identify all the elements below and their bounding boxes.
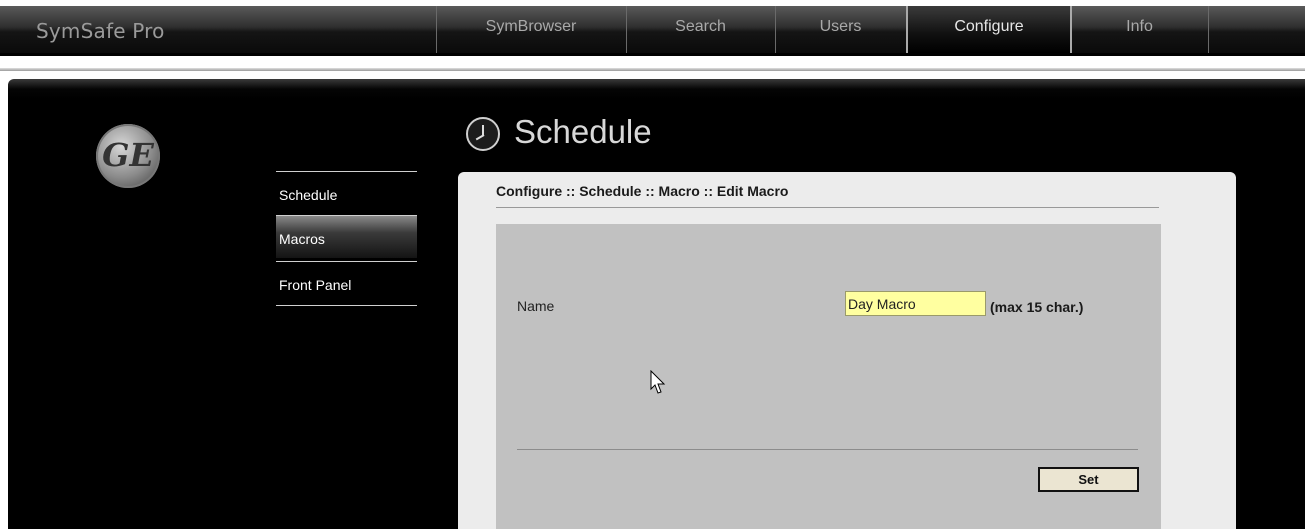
tab-symbrowser[interactable]: SymBrowser	[437, 6, 625, 53]
macro-name-input[interactable]	[845, 291, 986, 316]
sidebar-item-front-panel[interactable]: Front Panel	[276, 261, 417, 304]
tab-users[interactable]: Users	[776, 6, 905, 53]
ge-logo-icon: GE	[96, 124, 160, 188]
sidebar-item-macros[interactable]: Macros	[276, 215, 417, 258]
form-divider	[517, 449, 1138, 450]
clock-icon	[466, 117, 500, 151]
header-divider	[0, 68, 1305, 71]
tab-configure[interactable]: Configure	[906, 6, 1072, 53]
set-button[interactable]: Set	[1038, 467, 1139, 492]
app-title: SymSafe Pro	[36, 19, 165, 43]
breadcrumb-divider	[496, 207, 1159, 208]
sidebar-item-schedule[interactable]: Schedule	[276, 171, 417, 214]
tab-search[interactable]: Search	[627, 6, 774, 53]
nav-separator	[1208, 6, 1209, 53]
name-label: Name	[517, 298, 555, 314]
max-length-hint: (max 15 char.)	[990, 299, 1084, 315]
breadcrumb: Configure :: Schedule :: Macro :: Edit M…	[496, 183, 789, 199]
page-title: Schedule	[514, 113, 652, 150]
top-nav-bar: SymSafe Pro SymBrowser Search Users Conf…	[0, 6, 1305, 56]
sidebar-divider	[276, 305, 417, 306]
tab-info[interactable]: Info	[1072, 6, 1207, 53]
mouse-pointer-icon	[650, 370, 666, 394]
